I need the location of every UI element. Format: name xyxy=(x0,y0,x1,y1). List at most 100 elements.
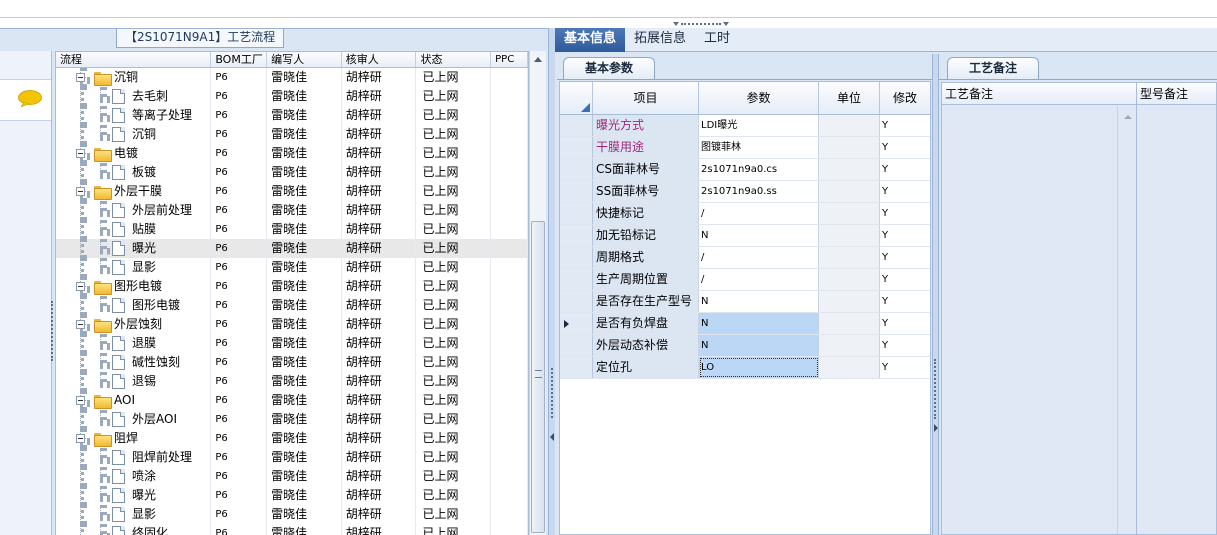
param-row[interactable]: SS面菲林号 2s1071n9a0.ss Y xyxy=(560,181,930,203)
tab-basic-params[interactable]: 基本参数 xyxy=(563,57,655,79)
tree-node[interactable]: 喷涂 xyxy=(56,467,212,486)
param-row[interactable]: 曝光方式 LDI曝光 Y xyxy=(560,115,930,137)
row-indicator[interactable] xyxy=(560,115,593,136)
tree-node[interactable]: 图形电镀 xyxy=(56,277,212,296)
collapse-right-arrow-icon[interactable] xyxy=(934,424,938,432)
param-unit-cell[interactable] xyxy=(819,159,880,180)
tree-row[interactable]: 图形电镀 P6 雷晓佳 胡梓研 已上网 xyxy=(56,296,528,315)
column-header-ppc[interactable]: PPC xyxy=(491,52,528,67)
tree-row[interactable]: 外层干膜 P6 雷晓佳 胡梓研 已上网 xyxy=(56,182,528,201)
column-header-item[interactable]: 项目 xyxy=(593,82,699,114)
param-row[interactable]: 生产周期位置 / Y xyxy=(560,269,930,291)
param-value-cell[interactable]: 2s1071n9a0.cs xyxy=(699,159,819,180)
main-vertical-splitter[interactable] xyxy=(548,28,555,535)
column-header-param[interactable]: 参数 xyxy=(699,82,819,114)
param-row[interactable]: 外层动态补偿 N Y xyxy=(560,335,930,357)
tree-node[interactable]: 碱性蚀刻 xyxy=(56,353,212,372)
collapse-toggle-icon[interactable] xyxy=(76,73,85,82)
tree-row[interactable]: 曝光 P6 雷晓佳 胡梓研 已上网 xyxy=(56,486,528,505)
row-indicator[interactable] xyxy=(560,225,593,246)
tree-node[interactable]: 终固化 xyxy=(56,524,212,535)
tree-node[interactable]: 等离子处理 xyxy=(56,106,212,125)
param-unit-cell[interactable] xyxy=(819,313,880,334)
param-modify-cell[interactable]: Y xyxy=(880,357,930,378)
row-indicator[interactable] xyxy=(560,159,593,180)
remarks-splitter[interactable] xyxy=(932,54,939,535)
collapse-toggle-icon[interactable] xyxy=(76,187,85,196)
tree-row[interactable]: 碱性蚀刻 P6 雷晓佳 胡梓研 已上网 xyxy=(56,353,528,372)
param-row[interactable]: 干膜用途 图镀菲林 Y xyxy=(560,137,930,159)
param-value-cell[interactable]: N xyxy=(699,313,819,334)
param-unit-cell[interactable] xyxy=(819,357,880,378)
chat-bubble-icon[interactable] xyxy=(18,90,42,107)
collapse-toggle-icon[interactable] xyxy=(76,434,85,443)
row-indicator[interactable] xyxy=(560,137,593,158)
process-remarks-textarea[interactable] xyxy=(942,106,1118,534)
row-indicator[interactable] xyxy=(560,357,593,378)
collapse-toggle-icon[interactable] xyxy=(76,149,85,158)
scroll-up-arrow-icon[interactable] xyxy=(1124,115,1132,119)
tree-node[interactable]: 外层前处理 xyxy=(56,201,212,220)
tree-vertical-scrollbar[interactable] xyxy=(529,51,546,535)
horizontal-splitter-grip[interactable] xyxy=(668,19,734,28)
tree-row[interactable]: 去毛刺 P6 雷晓佳 胡梓研 已上网 xyxy=(56,87,528,106)
tree-node[interactable]: 图形电镀 xyxy=(56,296,212,315)
tree-node[interactable]: 沉铜 xyxy=(56,68,212,87)
tree-node[interactable]: AOI xyxy=(56,391,212,410)
tree-row[interactable]: 显影 P6 雷晓佳 胡梓研 已上网 xyxy=(56,258,528,277)
tree-node[interactable]: 退膜 xyxy=(56,334,212,353)
tree-row[interactable]: 外层AOI P6 雷晓佳 胡梓研 已上网 xyxy=(56,410,528,429)
param-modify-cell[interactable]: Y xyxy=(880,247,930,268)
tree-row[interactable]: 阻焊 P6 雷晓佳 胡梓研 已上网 xyxy=(56,429,528,448)
param-modify-cell[interactable]: Y xyxy=(880,335,930,356)
tab-extended-info[interactable]: 拓展信息 xyxy=(625,28,695,52)
param-modify-cell[interactable]: Y xyxy=(880,159,930,180)
tree-row[interactable]: 沉铜 P6 雷晓佳 胡梓研 已上网 xyxy=(56,68,528,87)
param-unit-cell[interactable] xyxy=(819,203,880,224)
select-all-corner[interactable] xyxy=(560,82,593,114)
param-value-cell[interactable]: 2s1071n9a0.ss xyxy=(699,181,819,202)
tree-row[interactable]: 等离子处理 P6 雷晓佳 胡梓研 已上网 xyxy=(56,106,528,125)
tree-node[interactable]: 沉铜 xyxy=(56,125,212,144)
tree-node[interactable]: 板镀 xyxy=(56,163,212,182)
param-modify-cell[interactable]: Y xyxy=(880,137,930,158)
param-row[interactable]: CS面菲林号 2s1071n9a0.cs Y xyxy=(560,159,930,181)
collapse-left-arrow-icon[interactable] xyxy=(550,433,554,441)
param-modify-cell[interactable]: Y xyxy=(880,269,930,290)
param-value-cell[interactable]: LDI曝光 xyxy=(699,115,819,136)
tree-node[interactable]: 电镀 xyxy=(56,144,212,163)
tree-node[interactable]: 外层干膜 xyxy=(56,182,212,201)
param-row[interactable]: 是否存在生产型号 N Y xyxy=(560,291,930,313)
tree-node[interactable]: 显影 xyxy=(56,505,212,524)
param-value-cell[interactable]: N xyxy=(699,335,819,356)
param-row[interactable]: 是否有负焊盘 N Y xyxy=(560,313,930,335)
column-header-modify[interactable]: 修改 xyxy=(880,82,930,114)
param-value-cell[interactable]: N xyxy=(699,225,819,246)
param-modify-cell[interactable]: Y xyxy=(880,291,930,312)
param-row[interactable]: 定位孔 LO Y xyxy=(560,357,930,379)
row-indicator[interactable] xyxy=(560,247,593,268)
tree-node[interactable]: 曝光 xyxy=(56,239,212,258)
tree-row[interactable]: 电镀 P6 雷晓佳 胡梓研 已上网 xyxy=(56,144,528,163)
tree-row[interactable]: AOI P6 雷晓佳 胡梓研 已上网 xyxy=(56,391,528,410)
row-indicator[interactable] xyxy=(560,203,593,224)
tree-row[interactable]: 阻焊前处理 P6 雷晓佳 胡梓研 已上网 xyxy=(56,448,528,467)
param-unit-cell[interactable] xyxy=(819,291,880,312)
tree-row[interactable]: 贴膜 P6 雷晓佳 胡梓研 已上网 xyxy=(56,220,528,239)
row-indicator[interactable] xyxy=(560,335,593,356)
param-modify-cell[interactable]: Y xyxy=(880,115,930,136)
tab-process-remarks[interactable]: 工艺备注 xyxy=(947,57,1039,79)
param-unit-cell[interactable] xyxy=(819,225,880,246)
process-remarks-box[interactable]: 工艺备注 xyxy=(941,82,1137,535)
param-modify-cell[interactable]: Y xyxy=(880,225,930,246)
row-indicator[interactable] xyxy=(560,291,593,312)
collapse-toggle-icon[interactable] xyxy=(76,282,85,291)
column-header-checker[interactable]: 核审人 xyxy=(342,52,417,67)
column-header-bom[interactable]: BOM工厂 xyxy=(211,52,268,67)
param-unit-cell[interactable] xyxy=(819,335,880,356)
param-unit-cell[interactable] xyxy=(819,269,880,290)
column-header-status[interactable]: 状态 xyxy=(416,52,492,67)
column-header-unit[interactable]: 单位 xyxy=(819,82,880,114)
tree-node[interactable]: 阻焊 xyxy=(56,429,212,448)
scroll-up-arrow-icon[interactable] xyxy=(534,57,542,62)
